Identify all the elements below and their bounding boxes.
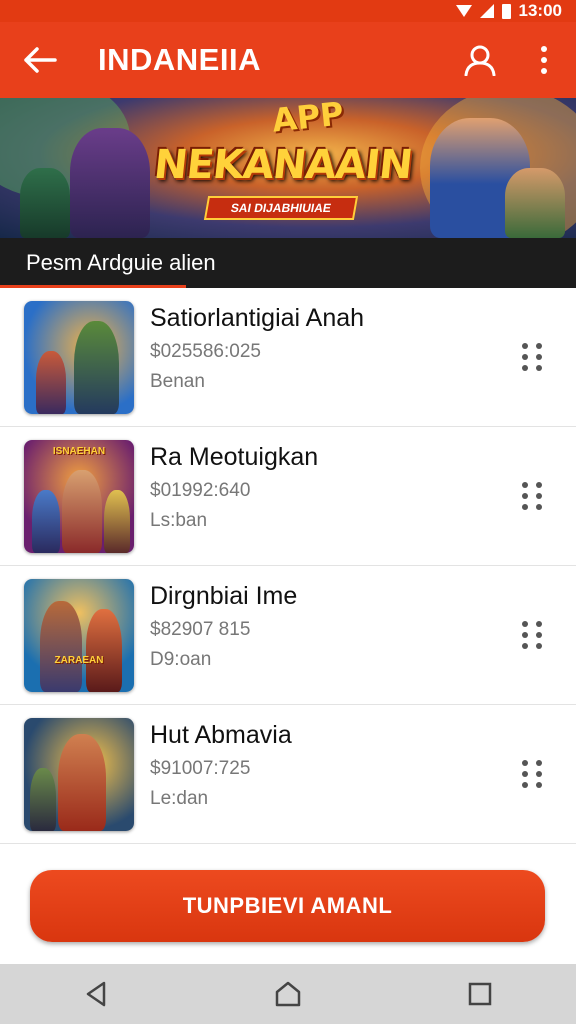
list-item[interactable]: Hut Abmavia $91007:725 Le:dan (0, 705, 576, 844)
game-thumbnail (24, 717, 134, 831)
item-title: Ra Meotuigkan (150, 443, 319, 471)
character-art (20, 168, 70, 238)
game-thumbnail: ISNAEHAN (24, 439, 134, 553)
item-price: $025586:025 (150, 341, 261, 362)
arrow-left-icon (24, 47, 57, 73)
list-item[interactable]: ZARAEAN Dirgnbiai Ime $82907 815 D9:oan (0, 566, 576, 705)
game-thumbnail: ZARAEAN (24, 578, 134, 692)
battery-icon (501, 3, 511, 19)
system-nav-bar (0, 964, 576, 1024)
triangle-back-icon (86, 981, 106, 1007)
back-button[interactable] (0, 22, 80, 98)
nav-home-button[interactable] (258, 964, 318, 1024)
signal-icon (479, 4, 494, 18)
status-time: 13:00 (518, 1, 562, 20)
item-title: Satiorlantigiai Anah (150, 304, 365, 332)
user-icon (464, 45, 496, 76)
section-caption: Pesm Ardguie alien (0, 238, 576, 288)
app-title: INDANEIIA (98, 42, 261, 77)
item-subtitle: Le:dan (150, 788, 209, 809)
character-art (505, 168, 565, 238)
overflow-menu-button[interactable] (512, 22, 576, 98)
character-art (70, 128, 150, 238)
drag-handle-icon[interactable] (520, 482, 546, 510)
wifi-icon (455, 5, 472, 17)
item-price: $91007:725 (150, 758, 251, 779)
item-subtitle: Ls:ban (150, 510, 208, 531)
primary-action-button[interactable]: TUNPBIEVI AMANL (30, 870, 545, 942)
nav-back-button[interactable] (66, 964, 126, 1024)
banner-title: NEKANAAIN (151, 142, 415, 188)
item-price: $82907 815 (150, 619, 251, 640)
more-vertical-icon (541, 46, 547, 74)
drag-handle-icon[interactable] (520, 343, 546, 371)
caption-text: Pesm Ardguie alien (26, 250, 216, 275)
square-recents-icon (468, 982, 492, 1006)
item-price: $01992:640 (150, 480, 251, 501)
drag-handle-icon[interactable] (520, 760, 546, 788)
list-item[interactable]: ISNAEHAN Ra Meotuigkan $01992:640 Ls:ban (0, 427, 576, 566)
nav-recents-button[interactable] (450, 964, 510, 1024)
game-thumbnail (24, 300, 134, 414)
app-bar: INDANEIIA (0, 22, 576, 98)
item-subtitle: Benan (150, 371, 205, 392)
home-icon (275, 981, 301, 1007)
item-subtitle: D9:oan (150, 649, 212, 670)
banner-subtitle: SAI DIJABHIUIAE (203, 196, 359, 220)
profile-button[interactable] (448, 22, 512, 98)
item-title: Hut Abmavia (150, 721, 292, 749)
drag-handle-icon[interactable] (520, 621, 546, 649)
game-list: Satiorlantigiai Anah $025586:025 Benan I… (0, 288, 576, 844)
status-bar: 13:00 (0, 0, 576, 22)
item-title: Dirgnbiai Ime (150, 582, 298, 610)
promo-banner[interactable]: APP NEKANAAIN SAI DIJABHIUIAE (0, 98, 576, 238)
banner-badge: APP (270, 98, 346, 140)
list-item[interactable]: Satiorlantigiai Anah $025586:025 Benan (0, 288, 576, 427)
